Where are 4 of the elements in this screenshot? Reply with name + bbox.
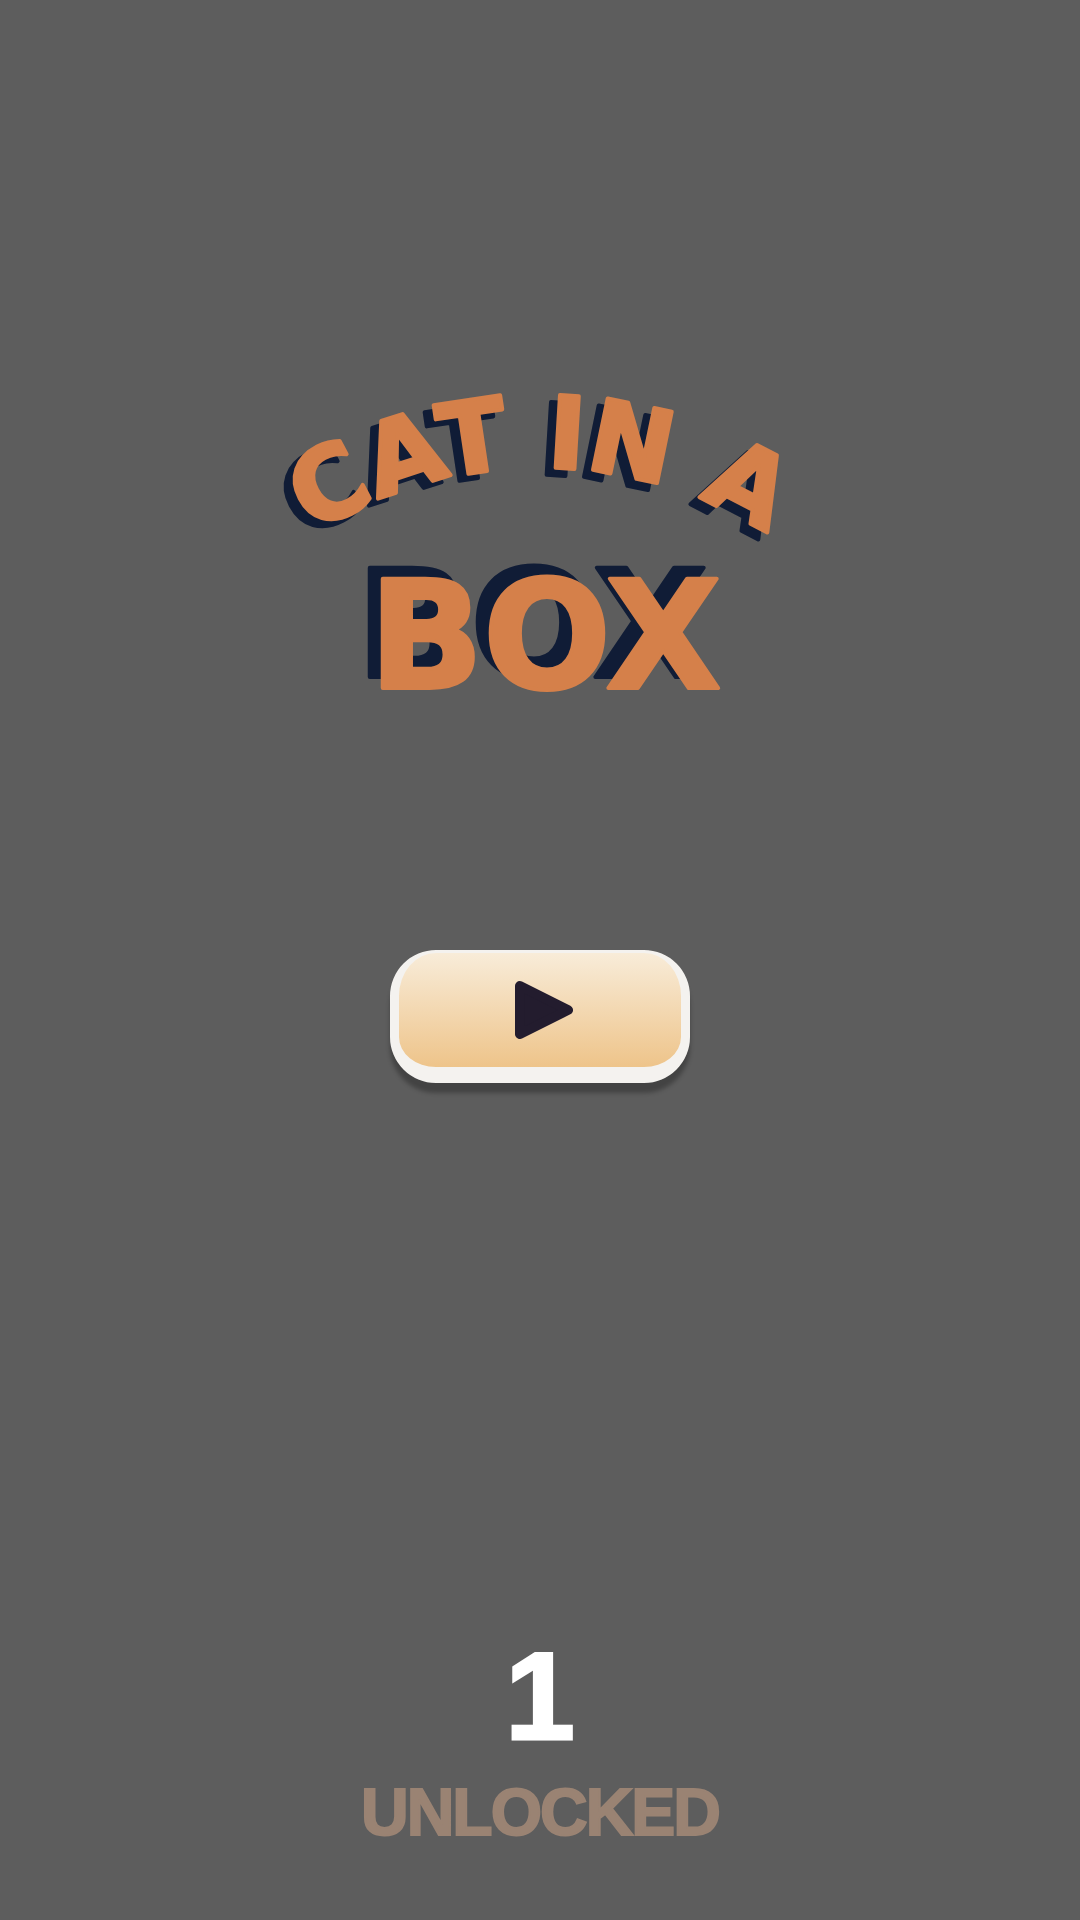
unlocked-count: 1 bbox=[505, 1633, 575, 1758]
play-icon bbox=[515, 981, 573, 1039]
unlocked-label: UNLOCKED bbox=[361, 1779, 719, 1845]
play-button[interactable] bbox=[390, 950, 690, 1083]
